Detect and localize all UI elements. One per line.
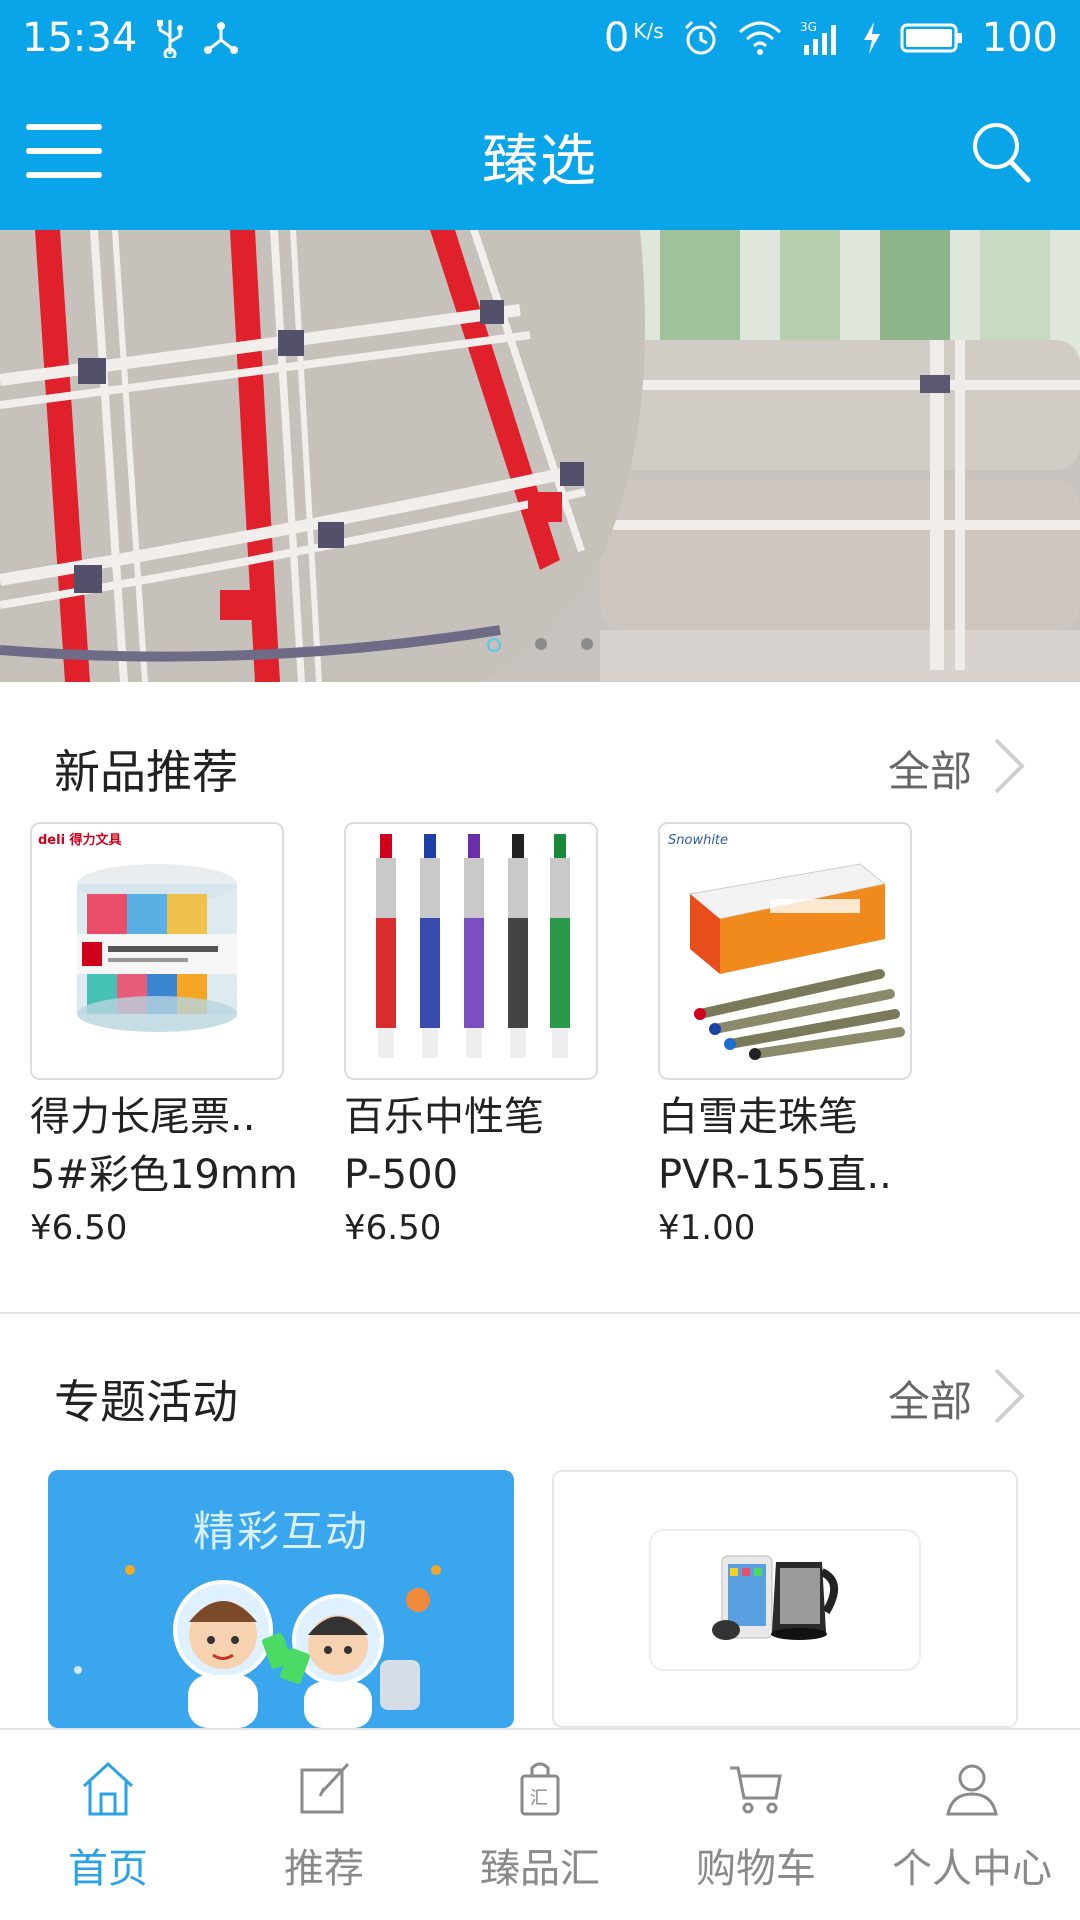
bottom-navigation: 首页 推荐 汇 臻品汇 购物车 个人中心	[0, 1728, 1080, 1920]
status-bar: 15:34 0 K/s 3G 100	[0, 0, 1080, 76]
user-icon	[942, 1758, 1002, 1822]
edit-icon	[294, 1758, 354, 1822]
tab-profile[interactable]: 个人中心	[864, 1730, 1080, 1920]
product-name-line1: 白雪走珠笔	[658, 1094, 858, 1140]
status-time: 15:34	[22, 15, 138, 61]
chevron-right-icon	[992, 1366, 1026, 1430]
signal-3g-icon: 3G	[800, 19, 844, 57]
new-products-all-link[interactable]: 全部	[888, 736, 1026, 800]
search-icon[interactable]	[970, 120, 1032, 186]
product-image: Snowhite	[658, 822, 912, 1080]
tab-boutique[interactable]: 汇 臻品汇	[432, 1730, 648, 1920]
alarm-icon	[682, 19, 720, 57]
tab-label: 个人中心	[892, 1846, 1052, 1892]
product-card[interactable]: Snowhite 白雪走珠笔 PVR-155直.. ¥1.00	[658, 822, 912, 1248]
tab-label: 推荐	[284, 1846, 364, 1892]
carousel-dot-2[interactable]	[535, 638, 547, 650]
brand-logo: Snowhite	[668, 833, 728, 848]
speed-unit: K/s	[633, 19, 664, 43]
product-image: deli 得力文具	[30, 822, 284, 1080]
tab-label: 臻品汇	[480, 1846, 600, 1892]
share-usb-icon	[203, 20, 239, 56]
tab-label: 首页	[68, 1846, 148, 1892]
battery-icon	[900, 22, 964, 54]
product-name-line2: PVR-155直..	[658, 1152, 892, 1198]
topics-all-link[interactable]: 全部	[888, 1366, 1026, 1430]
product-name-line1: 得力长尾票..	[30, 1094, 256, 1140]
section-divider	[0, 1312, 1080, 1314]
cart-icon	[726, 1758, 786, 1822]
app-bar: 臻选	[0, 76, 1080, 230]
product-price: ¥6.50	[30, 1208, 128, 1248]
battery-level: 100	[981, 15, 1058, 61]
wifi-icon	[738, 20, 782, 56]
carousel-indicator	[0, 638, 1080, 652]
tab-label: 购物车	[696, 1846, 816, 1892]
all-label: 全部	[887, 746, 972, 796]
chevron-right-icon	[992, 736, 1026, 800]
product-price: ¥6.50	[344, 1208, 442, 1248]
section-title: 新品推荐	[54, 745, 238, 799]
brand-logo: deli 得力文具	[38, 832, 122, 848]
product-card[interactable]: 百乐中性笔 P-500 ¥6.50	[344, 822, 598, 1248]
product-price: ¥1.00	[658, 1208, 756, 1248]
charging-icon	[862, 22, 882, 54]
tab-recommend[interactable]: 推荐	[216, 1730, 432, 1920]
shopping-bag-icon: 汇	[510, 1758, 570, 1822]
status-right: 0 K/s 3G 100	[604, 15, 1058, 61]
tab-home[interactable]: 首页	[0, 1730, 216, 1920]
svg-text:3G: 3G	[800, 20, 817, 34]
carousel-dot-1[interactable]	[487, 638, 501, 652]
appliances-image	[649, 1529, 921, 1671]
speed-value: 0	[603, 15, 630, 61]
banner-carousel[interactable]	[0, 230, 1080, 682]
product-card[interactable]: deli 得力文具 得力长尾票.. 5#彩色19mm ¥6.50	[30, 822, 298, 1248]
new-products-list: deli 得力文具 得力长尾票.. 5#彩色19mm ¥6.50 百乐中性笔 P…	[30, 822, 1070, 1262]
all-label: 全部	[887, 1376, 972, 1426]
banner-image	[0, 230, 1080, 682]
product-name-line1: 百乐中性笔	[344, 1094, 544, 1140]
astronauts-illustration	[74, 1565, 441, 1728]
section-title: 专题活动	[54, 1375, 238, 1429]
product-image	[344, 822, 598, 1080]
product-name-line2: 5#彩色19mm	[30, 1152, 298, 1198]
page-title: 臻选	[482, 129, 598, 194]
tab-cart[interactable]: 购物车	[648, 1730, 864, 1920]
new-products-header: 新品推荐 全部	[0, 726, 1080, 806]
usb-icon	[155, 18, 185, 58]
status-left: 15:34	[22, 15, 239, 61]
network-speed: 0 K/s	[604, 15, 664, 61]
topic-card-appliances[interactable]	[552, 1470, 1018, 1728]
svg-text:汇: 汇	[530, 1788, 548, 1809]
product-name-line2: P-500	[344, 1152, 459, 1198]
topic-card-interactive[interactable]: 精彩互动	[48, 1470, 514, 1728]
topics-header: 专题活动 全部	[0, 1356, 1080, 1436]
home-icon	[78, 1758, 138, 1822]
carousel-dot-3[interactable]	[581, 638, 593, 650]
